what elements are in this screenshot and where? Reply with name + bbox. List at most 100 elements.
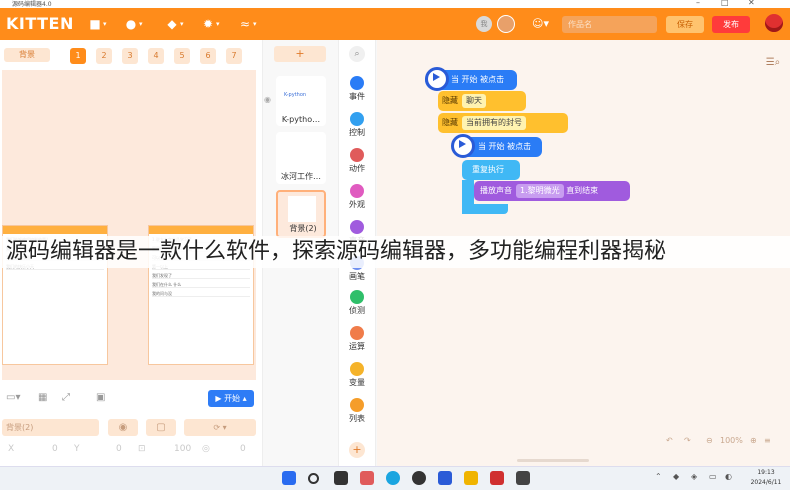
page-tab-5[interactable]: 5 — [174, 48, 190, 64]
category-label: 侦测 — [349, 306, 365, 315]
card-header — [3, 226, 107, 234]
category-icon — [350, 112, 364, 126]
volume-icon[interactable]: ◐ — [725, 472, 732, 481]
x-value[interactable]: 0 — [52, 444, 58, 454]
clock-time: 19:13 — [757, 469, 775, 476]
cat-avatar[interactable] — [497, 15, 515, 33]
block-text: 播放声音 — [480, 186, 512, 195]
block-arg[interactable]: 聊天 — [462, 93, 486, 108]
redo-icon[interactable]: ↷ — [684, 436, 691, 445]
page-tab-7[interactable]: 7 — [226, 48, 242, 64]
category-icon — [350, 148, 364, 162]
zoom-reset-icon[interactable]: ≡ — [764, 436, 771, 445]
background-name-field[interactable]: 背景(2) — [2, 419, 99, 436]
sprite-item[interactable]: 冰河工作… — [276, 132, 326, 184]
category-1[interactable]: 事件 — [340, 76, 374, 102]
play-sound-block[interactable]: 播放声音 1.黎明微光 直到结束 — [474, 181, 630, 201]
chat-app-icon[interactable] — [412, 471, 426, 485]
hide-block-1[interactable]: 隐藏 聊天 — [438, 91, 526, 111]
y-value[interactable]: 0 — [116, 444, 122, 454]
record-icon[interactable]: ▣ — [96, 392, 105, 403]
background-button[interactable]: 背景 — [4, 48, 50, 62]
page-tab-6[interactable]: 6 — [200, 48, 216, 64]
network-icon[interactable]: ▭ — [709, 472, 717, 481]
robot-icon[interactable]: ● — [124, 17, 143, 31]
grid-icon[interactable]: ▦ — [38, 392, 47, 403]
category-9[interactable]: 变量 — [340, 362, 374, 388]
edge-browser-icon[interactable] — [386, 471, 400, 485]
app-toolbar: KITTEN ■ ● ◆ ✹ ≈ 我 ☺▾ 作品名 保存 发布 — [0, 8, 790, 40]
zoom-out-icon[interactable]: ⊖ — [706, 436, 713, 445]
page-tab-1[interactable]: 1 — [70, 48, 86, 64]
tray-app-icon[interactable]: ◈ — [691, 472, 697, 481]
category-icon — [350, 184, 364, 198]
block-arg[interactable]: 当前拥有的封号 — [462, 115, 526, 130]
settings-icon[interactable]: ✹ — [201, 17, 220, 31]
start-label: 开始 — [224, 394, 241, 403]
page-tab-2[interactable]: 2 — [96, 48, 112, 64]
folder-icon[interactable]: ■ — [88, 17, 106, 31]
search-icon[interactable]: ⌕ — [349, 46, 365, 62]
eye-icon[interactable]: ◉ — [264, 95, 271, 104]
camera-icon[interactable]: ▭▾ — [6, 392, 20, 403]
sprite-properties-row: X 0 Y 0 ⊡ 100 ◎ 0 — [2, 440, 258, 460]
stage-page-bar: 背景 1 2 3 4 5 6 7 — [0, 44, 260, 66]
page-tab-3[interactable]: 3 — [122, 48, 138, 64]
category-4[interactable]: 外观 — [340, 184, 374, 210]
rotation-mode-dropdown[interactable]: ⟳ ▾ — [184, 419, 256, 436]
start-menu-icon[interactable] — [282, 471, 296, 485]
minimize-button[interactable]: – — [696, 0, 700, 7]
close-button[interactable]: ✕ — [748, 0, 755, 7]
repeat-forever-block[interactable]: 重复执行 — [462, 160, 520, 180]
wifi-icon[interactable]: ≈ — [238, 17, 257, 31]
add-category-button[interactable]: + — [349, 442, 365, 458]
code-search-icon[interactable]: ☰⌕ — [762, 54, 784, 72]
app-icon[interactable] — [516, 471, 530, 485]
taskbar-clock[interactable]: 19:13 2024/6/11 — [744, 468, 788, 488]
tray-app-icon[interactable]: ◆ — [673, 472, 679, 481]
taskbar-search-icon[interactable] — [308, 473, 319, 484]
user-avatar[interactable]: 我 — [476, 16, 492, 32]
sprite-item[interactable]: K-python K-pytho… — [276, 76, 326, 126]
save-button[interactable]: 保存 — [666, 16, 704, 33]
system-tray: ⌃ ◆ ◈ ▭ ◐ — [655, 472, 743, 484]
extension-icon[interactable]: ◆ — [165, 17, 183, 31]
zoom-in-icon[interactable]: ⊕ — [750, 436, 757, 445]
category-3[interactable]: 动作 — [340, 148, 374, 174]
stage-canvas[interactable]: 我们能够编程控制的是？ 猫 我的第一作品 我们的快乐小天 1.说大大字作品学习了… — [2, 70, 256, 380]
kitten-app-icon[interactable] — [360, 471, 374, 485]
category-icon — [350, 362, 364, 376]
size-value[interactable]: 100 — [174, 444, 191, 454]
mascot-icon[interactable] — [765, 14, 783, 32]
category-icon — [350, 398, 364, 412]
hide-block-2[interactable]: 隐藏 当前拥有的封号 — [438, 113, 568, 133]
fullscreen-icon[interactable]: ⤢ — [62, 392, 70, 403]
category-8[interactable]: 运算 — [340, 326, 374, 352]
category-icon — [350, 290, 364, 304]
publish-button[interactable]: 发布 — [712, 16, 750, 33]
category-label: 事件 — [349, 92, 365, 101]
sprite-name: 冰河工作… — [281, 172, 321, 181]
undo-icon[interactable]: ↶ — [666, 436, 673, 445]
horizontal-scrollbar[interactable] — [517, 459, 589, 462]
share-user-icon[interactable]: ☺▾ — [532, 17, 549, 30]
visibility-icon[interactable]: ◉ — [108, 419, 138, 436]
file-explorer-icon[interactable] — [464, 471, 478, 485]
tray-arrow-icon[interactable]: ⌃ — [655, 472, 662, 481]
word-icon[interactable] — [438, 471, 452, 485]
rotation-value[interactable]: 0 — [240, 444, 246, 454]
project-name-input[interactable]: 作品名 — [562, 16, 657, 33]
category-10[interactable]: 列表 — [340, 398, 374, 424]
category-7[interactable]: 侦测 — [340, 290, 374, 316]
block-text: 隐藏 — [442, 118, 458, 127]
add-sprite-button[interactable]: + — [274, 46, 326, 62]
maximize-button[interactable]: □ — [721, 0, 729, 7]
category-2[interactable]: 控制 — [340, 112, 374, 138]
page-tab-4[interactable]: 4 — [148, 48, 164, 64]
lock-icon[interactable]: ▢ — [146, 419, 176, 436]
task-view-icon[interactable] — [334, 471, 348, 485]
sprite-item-selected[interactable]: 背景(2) — [276, 190, 326, 238]
red-app-icon[interactable] — [490, 471, 504, 485]
start-button[interactable]: ▶ 开始 ▴ — [208, 390, 254, 407]
block-arg[interactable]: 1.黎明微光 — [516, 183, 564, 198]
